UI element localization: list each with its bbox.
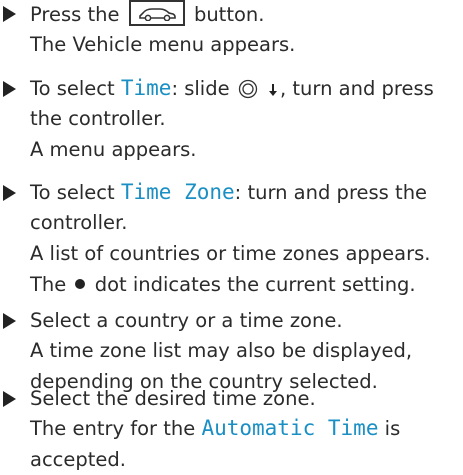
step-4-line-2: A time zone list may also be displayed,: [30, 339, 413, 362]
bullet-arrow-icon: [3, 81, 16, 97]
step-2: To select Time: slide , turn and press t…: [0, 74, 463, 174]
step-3-line-2: controller.: [30, 211, 128, 234]
menu-item-time-zone: Time Zone: [120, 180, 235, 204]
step-5-line-3: accepted.: [30, 448, 126, 471]
menu-item-automatic-time: Automatic Time: [201, 416, 379, 440]
step-3-result-1: A list of countries or time zones appear…: [30, 242, 431, 265]
step-2-line-2: the controller.: [30, 107, 166, 130]
bullet-arrow-icon: [3, 313, 16, 329]
step-5-line-1: Select the desired time zone.: [30, 387, 316, 410]
down-arrow-icon: [268, 76, 278, 105]
step-5: Select the desired time zone. The entry …: [0, 384, 463, 475]
bullet-arrow-icon: [3, 6, 16, 22]
step-3-line-1: To select Time Zone: turn and press the: [30, 180, 428, 204]
instruction-page: Press the button. The Vehicle menu appea…: [0, 0, 463, 475]
step-1-line-1: Press the button.: [30, 0, 264, 29]
step-2-line-1: To select Time: slide , turn and press: [30, 74, 434, 107]
menu-item-time: Time: [120, 76, 172, 100]
step-1-result: The Vehicle menu appears.: [30, 33, 296, 56]
bullet-arrow-icon: [3, 391, 16, 407]
step-3-result-2: The dot indicates the current setting.: [30, 273, 416, 296]
controller-icon: [238, 78, 258, 107]
step-3: To select Time Zone: turn and press the …: [0, 178, 463, 302]
vehicle-button-icon: [128, 0, 185, 26]
current-setting-dot-icon: [75, 279, 86, 289]
bullet-arrow-icon: [3, 185, 16, 201]
step-1: Press the button. The Vehicle menu appea…: [0, 0, 463, 70]
step-2-result: A menu appears.: [30, 138, 197, 161]
step-4-line-1: Select a country or a time zone.: [30, 309, 343, 332]
step-5-line-2: The entry for the Automatic Time is: [30, 416, 401, 440]
